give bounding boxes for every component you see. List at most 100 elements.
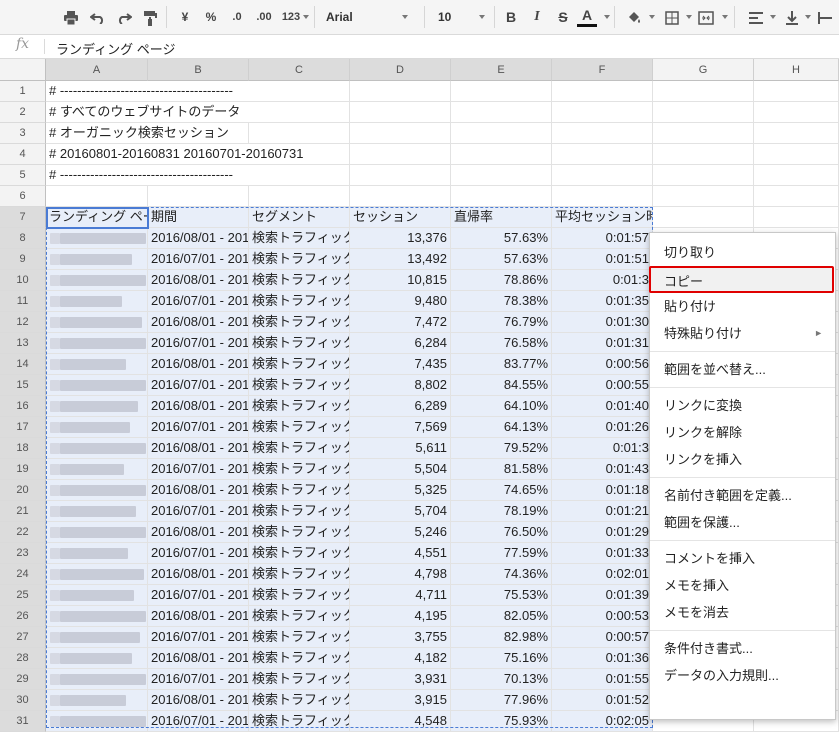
row-header-17[interactable]: 17 (0, 417, 46, 438)
cell-a22[interactable] (46, 522, 148, 543)
cell-e1[interactable] (451, 81, 552, 102)
cell-a12[interactable] (46, 312, 148, 333)
menu-item-14[interactable]: データの入力規則... (650, 662, 835, 689)
cell-c9[interactable]: 検索トラフィック (249, 249, 350, 270)
cell-d28[interactable]: 4,182 (350, 648, 451, 669)
cell-a16[interactable] (46, 396, 148, 417)
italic-button[interactable]: I (528, 0, 546, 34)
align-left-icon[interactable] (744, 0, 768, 34)
cell-e30[interactable]: 77.96% (451, 690, 552, 711)
cell-a20[interactable] (46, 480, 148, 501)
menu-item-4[interactable]: 範囲を並べ替え... (650, 356, 835, 383)
menu-item-0[interactable]: 切り取り (650, 239, 835, 266)
strikethrough-button[interactable]: S (554, 0, 572, 34)
cell-g6[interactable] (653, 186, 754, 207)
cell-b12[interactable]: 2016/08/01 - 201 (148, 312, 249, 333)
row-header-24[interactable]: 24 (0, 564, 46, 585)
row-header-18[interactable]: 18 (0, 438, 46, 459)
cell-e4[interactable] (451, 144, 552, 165)
cell-f14[interactable]: 0:00:56 (552, 354, 653, 375)
cell-b18[interactable]: 2016/08/01 - 201 (148, 438, 249, 459)
cell-d23[interactable]: 4,551 (350, 543, 451, 564)
cell-f28[interactable]: 0:01:36 (552, 648, 653, 669)
cell-a3[interactable]: # オーガニック検索セッション (46, 123, 229, 144)
row-header-26[interactable]: 26 (0, 606, 46, 627)
cell-a25[interactable] (46, 585, 148, 606)
cell-c3[interactable] (249, 123, 350, 144)
cell-c20[interactable]: 検索トラフィック (249, 480, 350, 501)
cell-a6[interactable] (46, 186, 148, 207)
cell-c14[interactable]: 検索トラフィック (249, 354, 350, 375)
cell-f29[interactable]: 0:01:55 (552, 669, 653, 690)
cell-a28[interactable] (46, 648, 148, 669)
cell-a18[interactable] (46, 438, 148, 459)
cell-e26[interactable]: 82.05% (451, 606, 552, 627)
row-header-4[interactable]: 4 (0, 144, 46, 165)
cell-c15[interactable]: 検索トラフィック (249, 375, 350, 396)
cell-f21[interactable]: 0:01:21 (552, 501, 653, 522)
vertical-align-icon[interactable] (782, 0, 802, 34)
cell-g1[interactable] (653, 81, 754, 102)
column-header-a[interactable]: A (46, 59, 148, 81)
cell-f15[interactable]: 0:00:55 (552, 375, 653, 396)
row-header-16[interactable]: 16 (0, 396, 46, 417)
column-header-b[interactable]: B (148, 59, 249, 81)
cell-c23[interactable]: 検索トラフィック (249, 543, 350, 564)
row-header-15[interactable]: 15 (0, 375, 46, 396)
cell-c4[interactable] (249, 144, 350, 165)
cell-b7[interactable]: 期間 (148, 207, 249, 228)
cell-f3[interactable] (552, 123, 653, 144)
row-header-10[interactable]: 10 (0, 270, 46, 291)
cell-f13[interactable]: 0:01:31 (552, 333, 653, 354)
cell-c22[interactable]: 検索トラフィック (249, 522, 350, 543)
menu-item-9[interactable]: 範囲を保護... (650, 509, 835, 536)
cell-f1[interactable] (552, 81, 653, 102)
cell-a11[interactable] (46, 291, 148, 312)
row-header-7[interactable]: 7 (0, 207, 46, 228)
cell-g5[interactable] (653, 165, 754, 186)
cell-e10[interactable]: 78.86% (451, 270, 552, 291)
cell-c5[interactable] (249, 165, 350, 186)
row-header-20[interactable]: 20 (0, 480, 46, 501)
cell-d15[interactable]: 8,802 (350, 375, 451, 396)
text-color-button[interactable]: A (576, 0, 598, 34)
menu-item-10[interactable]: コメントを挿入 (650, 545, 835, 572)
cell-d5[interactable] (350, 165, 451, 186)
cell-d21[interactable]: 5,704 (350, 501, 451, 522)
row-header-23[interactable]: 23 (0, 543, 46, 564)
menu-item-8[interactable]: 名前付き範囲を定義... (650, 482, 835, 509)
menu-item-2[interactable]: 貼り付け (650, 293, 835, 320)
cell-b23[interactable]: 2016/07/01 - 201 (148, 543, 249, 564)
cell-e19[interactable]: 81.58% (451, 459, 552, 480)
cell-h1[interactable] (754, 81, 839, 102)
merge-cells-icon[interactable] (694, 0, 718, 34)
cell-c12[interactable]: 検索トラフィック (249, 312, 350, 333)
cell-d16[interactable]: 6,289 (350, 396, 451, 417)
cell-d11[interactable]: 9,480 (350, 291, 451, 312)
cell-e11[interactable]: 78.38% (451, 291, 552, 312)
cell-d22[interactable]: 5,246 (350, 522, 451, 543)
cell-b3[interactable] (148, 123, 249, 144)
cell-b10[interactable]: 2016/08/01 - 201 (148, 270, 249, 291)
row-header-27[interactable]: 27 (0, 627, 46, 648)
menu-item-12[interactable]: メモを消去 (650, 599, 835, 626)
column-header-e[interactable]: E (451, 59, 552, 81)
cell-d30[interactable]: 3,915 (350, 690, 451, 711)
cell-f11[interactable]: 0:01:35 (552, 291, 653, 312)
cell-f22[interactable]: 0:01:29 (552, 522, 653, 543)
cell-f10[interactable]: 0:01:3 (552, 270, 653, 291)
cell-b26[interactable]: 2016/08/01 - 201 (148, 606, 249, 627)
cell-c2[interactable] (249, 102, 350, 123)
percent-button[interactable]: % (202, 0, 220, 34)
cell-b6[interactable] (148, 186, 249, 207)
cell-f18[interactable]: 0:01:3 (552, 438, 653, 459)
cell-d10[interactable]: 10,815 (350, 270, 451, 291)
paint-format-icon[interactable] (138, 0, 162, 34)
cell-e21[interactable]: 78.19% (451, 501, 552, 522)
cell-c17[interactable]: 検索トラフィック (249, 417, 350, 438)
cell-e14[interactable]: 83.77% (451, 354, 552, 375)
cell-h6[interactable] (754, 186, 839, 207)
cell-a14[interactable] (46, 354, 148, 375)
column-header-h[interactable]: H (754, 59, 839, 81)
cell-g7[interactable] (653, 207, 754, 228)
